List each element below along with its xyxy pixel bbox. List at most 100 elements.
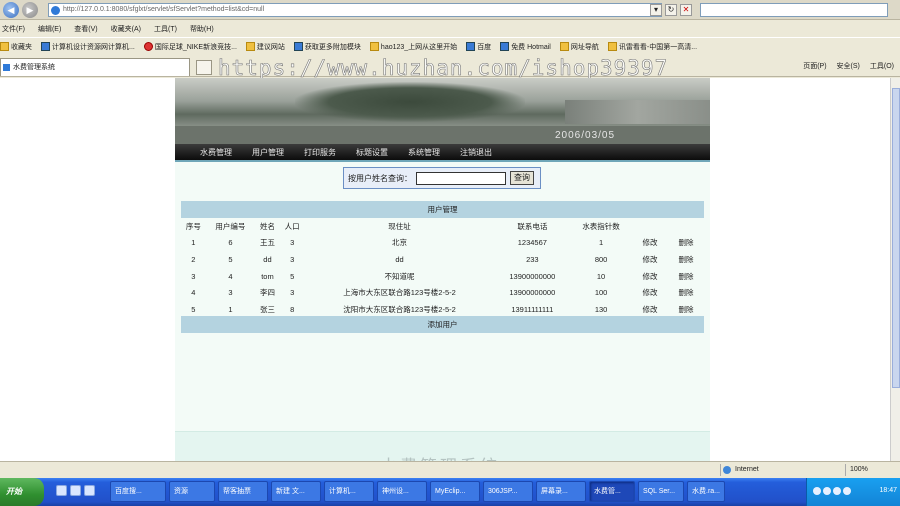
cell-index: 2 (191, 254, 196, 264)
zoom-control[interactable]: 100% (845, 464, 868, 476)
task-button[interactable]: 计算机... (324, 481, 374, 502)
table-caption-row: 用户管理 (181, 201, 704, 218)
nav-print[interactable]: 打印服务 (304, 147, 336, 158)
address-tools: ▾ ↻ ✕ (650, 4, 692, 16)
task-button[interactable]: 帮客抽票 (218, 481, 268, 502)
footer-band: 水费管理系统 (175, 431, 710, 461)
cell-user-id: 3 (228, 288, 233, 298)
stop-icon[interactable]: ✕ (680, 4, 692, 16)
footer-title: 水费管理系统 (380, 452, 500, 461)
favorite-link[interactable]: 网址导航 (559, 42, 599, 52)
favorite-link[interactable]: 讯雷看看-中国第一高清... (607, 42, 697, 52)
task-button[interactable]: MyEclip... (430, 481, 480, 502)
favorites-button[interactable]: 收藏夹 (0, 42, 32, 52)
menu-view[interactable]: 查看(V) (74, 24, 97, 34)
delete-link[interactable]: 删除 (668, 251, 704, 268)
edit-link[interactable]: 修改 (632, 284, 668, 301)
page-icon (143, 42, 153, 51)
dropdown-icon[interactable]: ▾ (650, 4, 662, 16)
safety-menu[interactable]: 安全(S) (837, 61, 860, 71)
cell-name: 王五 (259, 238, 275, 248)
page-menu[interactable]: 页面(P) (803, 61, 826, 71)
desktop-icon[interactable] (70, 485, 81, 496)
nav-users[interactable]: 用户管理 (252, 147, 284, 158)
vertical-scrollbar[interactable] (890, 78, 900, 461)
menu-tools[interactable]: 工具(T) (154, 24, 177, 34)
back-icon[interactable]: ◀ (3, 1, 19, 18)
favorite-link[interactable]: 计算机设计资源网计算机... (41, 42, 135, 52)
refresh-icon[interactable]: ↻ (665, 4, 677, 16)
cell-user-id: 6 (228, 238, 233, 248)
cell-phone: 233 (526, 254, 539, 264)
cell-index: 1 (191, 238, 196, 248)
nav-system[interactable]: 系统管理 (408, 147, 440, 158)
network-icon[interactable] (813, 487, 821, 495)
edit-link[interactable]: 修改 (632, 251, 668, 268)
favorite-link[interactable]: 国际足球_NIKE新浪竞技... (143, 42, 237, 52)
cell-meter: 1 (598, 238, 604, 248)
new-tab-button[interactable] (196, 60, 212, 75)
task-button[interactable]: 306JSP... (483, 481, 533, 502)
security-icon[interactable] (833, 487, 841, 495)
task-button[interactable]: SQL Ser... (638, 481, 684, 502)
menu-file[interactable]: 文件(F) (2, 24, 25, 34)
ime-icon[interactable] (843, 487, 851, 495)
banner-tree (295, 82, 525, 122)
task-button[interactable]: 水费.ra... (687, 481, 725, 502)
task-button-active[interactable]: 水费管... (589, 481, 635, 502)
start-button[interactable]: 开始 (0, 478, 44, 506)
delete-link[interactable]: 删除 (668, 268, 704, 285)
cell-name: dd (263, 254, 272, 264)
address-text: http://127.0.0.1:8080/sfglxt/servlet/sfS… (63, 6, 265, 13)
ie-icon[interactable] (56, 485, 67, 496)
delete-link[interactable]: 删除 (668, 235, 704, 252)
cell-address: dd (395, 254, 404, 264)
tab-water-fee[interactable]: 水费管理系统 (0, 58, 190, 76)
col-phone: 联系电话 (517, 221, 548, 231)
menu-help[interactable]: 帮助(H) (190, 24, 214, 34)
user-table: 用户管理 序号 用户编号 姓名 人口 现住址 联系电话 水表指针数 1 6 王五… (181, 201, 704, 318)
search-button[interactable]: 查询 (510, 171, 534, 185)
delete-link[interactable]: 删除 (668, 284, 704, 301)
task-button[interactable]: 百度搜... (110, 481, 166, 502)
page-icon (500, 42, 510, 51)
banner-buildings (565, 100, 710, 124)
edit-link[interactable]: 修改 (632, 235, 668, 252)
favorite-link[interactable]: 建议网站 (245, 42, 285, 52)
name-search-input[interactable] (416, 171, 506, 185)
cell-user-id: 4 (228, 271, 233, 281)
task-button[interactable]: 屏幕录... (536, 481, 586, 502)
table-row: 2 5 dd 3 dd 233 800 修改 删除 (181, 251, 704, 268)
search-input[interactable] (700, 3, 888, 17)
nav-water-fee[interactable]: 水费管理 (200, 147, 232, 158)
menu-edit[interactable]: 编辑(E) (38, 24, 61, 34)
task-button[interactable]: 神州设... (377, 481, 427, 502)
favorite-link[interactable]: hao123_上网从这里开始 (369, 42, 457, 52)
favorite-label: 获取更多附加模块 (304, 43, 361, 51)
favorite-label: 国际足球_NIKE新浪竞技... (154, 43, 237, 51)
task-button[interactable]: 资源 (169, 481, 215, 502)
forward-icon[interactable]: ▶ (22, 1, 38, 18)
favorite-link[interactable]: 百度 (466, 42, 491, 52)
menu-favorites[interactable]: 收藏夹(A) (111, 24, 141, 34)
address-bar[interactable]: http://127.0.0.1:8080/sfglxt/servlet/sfS… (48, 3, 662, 17)
favorite-link[interactable]: 获取更多附加模块 (293, 42, 361, 52)
col-edit (632, 218, 668, 235)
nav-logout[interactable]: 注销退出 (460, 147, 492, 158)
nav-title-settings[interactable]: 标题设置 (356, 147, 388, 158)
status-bar: Internet 100% (0, 461, 900, 478)
edit-link[interactable]: 修改 (632, 268, 668, 285)
volume-icon[interactable] (823, 487, 831, 495)
cell-population: 3 (290, 254, 295, 264)
tools-menu[interactable]: 工具(O) (870, 61, 894, 71)
add-user-button[interactable]: 添加用户 (181, 316, 704, 333)
scrollbar-thumb[interactable] (892, 88, 900, 388)
favorite-link[interactable]: 免费 Hotmail (500, 42, 551, 52)
page-icon (41, 42, 50, 51)
favorites-label: 收藏夹 (11, 43, 32, 51)
banner-ground (175, 126, 710, 144)
task-button[interactable]: 新建 文... (271, 481, 321, 502)
page-icon (51, 6, 60, 15)
table-header: 序号 用户编号 姓名 人口 现住址 联系电话 水表指针数 (181, 218, 704, 235)
media-icon[interactable] (84, 485, 95, 496)
